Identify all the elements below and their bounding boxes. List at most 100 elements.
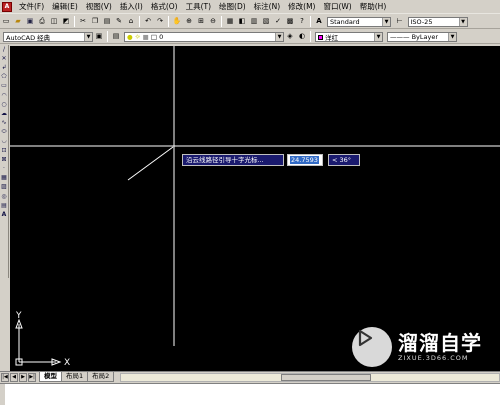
make-current-layer-icon[interactable]: ◈ — [285, 31, 296, 42]
workspace-value: AutoCAD 经典 — [6, 33, 51, 42]
line-icon[interactable]: / — [0, 45, 8, 54]
workspace-select[interactable]: AutoCAD 经典 ▼ — [3, 31, 93, 42]
command-line[interactable] — [0, 383, 500, 405]
tab-model[interactable]: 模型 — [39, 372, 62, 382]
prev-tab-icon[interactable]: ◀ — [10, 372, 18, 382]
watermark-url: ZIXUE.3D66.COM — [398, 354, 469, 362]
menu-view[interactable]: 视图(V) — [82, 0, 116, 14]
first-tab-icon[interactable]: |◀ — [1, 372, 9, 382]
next-tab-icon[interactable]: ▶ — [19, 372, 27, 382]
multiline-text-icon[interactable]: A — [0, 210, 8, 219]
menu-modify[interactable]: 修改(M) — [284, 0, 319, 14]
chevron-down-icon: ▼ — [448, 32, 456, 41]
layer-select-content: ● ☼ ■ □ 0 — [127, 33, 163, 41]
print-icon[interactable]: ⎙ — [37, 16, 48, 27]
last-tab-icon[interactable]: ▶| — [28, 372, 36, 382]
menu-bar: A 文件(F) 编辑(E) 视图(V) 插入(I) 格式(O) 工具(T) 绘图… — [0, 0, 500, 14]
dynamic-length-input[interactable]: 24.7593 — [287, 154, 323, 166]
print-preview-icon[interactable]: ◫ — [49, 16, 60, 27]
workspace-settings-icon[interactable]: ▣ — [94, 31, 105, 42]
menu-format[interactable]: 格式(O) — [147, 0, 182, 14]
ellipse-arc-icon[interactable]: ◡ — [0, 137, 8, 146]
hatch-icon[interactable]: ▦ — [0, 174, 8, 183]
undo-icon[interactable]: ↶ — [143, 16, 154, 27]
dim-style-value: ISO-25 — [410, 17, 433, 26]
block-editor-icon[interactable]: ⌂ — [126, 16, 137, 27]
linetype-select[interactable]: ——— ByLayer ▼ — [387, 31, 457, 42]
tool-palettes-icon[interactable]: ▥ — [249, 16, 260, 27]
rectangle-icon[interactable]: ▭ — [0, 82, 8, 91]
markup-icon[interactable]: ✓ — [273, 16, 284, 27]
color-swatch-icon: □ — [150, 32, 158, 41]
zoom-realtime-icon[interactable]: ⊕ — [184, 16, 195, 27]
menu-edit[interactable]: 编辑(E) — [48, 0, 82, 14]
menu-tools[interactable]: 工具(T) — [182, 0, 215, 14]
menu-draw[interactable]: 绘图(D) — [215, 0, 250, 14]
cut-icon[interactable]: ✂ — [78, 16, 89, 27]
insert-block-icon[interactable]: ⊡ — [0, 146, 8, 155]
dynamic-angle-input[interactable]: < 36° — [328, 154, 360, 166]
chevron-down-icon: ▼ — [374, 32, 382, 41]
text-style-value: Standard — [330, 17, 360, 26]
toolbar-separator — [168, 16, 169, 27]
layout-tab-bar: |◀ ◀ ▶ ▶| 模型 布局1 布局2 — [0, 371, 500, 382]
construction-line-icon[interactable]: ✕ — [0, 54, 8, 63]
toolbar-separator — [139, 16, 140, 27]
gradient-icon[interactable]: ▨ — [0, 183, 8, 192]
design-center-icon[interactable]: ◧ — [237, 16, 248, 27]
scrollbar-thumb[interactable] — [281, 373, 372, 381]
copy-icon[interactable]: ❐ — [90, 16, 101, 27]
match-properties-icon[interactable]: ✎ — [114, 16, 125, 27]
make-block-icon[interactable]: ⊠ — [0, 155, 8, 164]
drawing-canvas[interactable]: Y X 沿云线路径引导十字光标... 24.7593 < 36° 溜溜自学 ZI… — [10, 46, 500, 371]
table-icon[interactable]: ▤ — [0, 201, 8, 210]
dim-style-icon[interactable]: ⊢ — [394, 16, 405, 27]
circle-icon[interactable]: ○ — [0, 100, 8, 109]
tab-layout1[interactable]: 布局1 — [61, 372, 89, 382]
properties-icon[interactable]: ▦ — [225, 16, 236, 27]
help-icon[interactable]: ? — [297, 16, 308, 27]
layer-select[interactable]: ● ☼ ■ □ 0 ▼ — [124, 31, 284, 42]
ucs-x-label: X — [64, 358, 70, 368]
polygon-icon[interactable]: ⬠ — [0, 73, 8, 82]
sheet-set-icon[interactable]: ▧ — [261, 16, 272, 27]
layer-previous-icon[interactable]: ◐ — [297, 31, 308, 42]
polyline-icon[interactable]: ↲ — [0, 63, 8, 72]
toolbar-separator — [74, 16, 75, 27]
redo-icon[interactable]: ↷ — [155, 16, 166, 27]
menu-insert[interactable]: 插入(I) — [116, 0, 147, 14]
horizontal-scrollbar[interactable] — [120, 372, 500, 382]
calculator-icon[interactable]: ▩ — [285, 16, 296, 27]
toolbar-separator — [221, 16, 222, 27]
autocad-logo-icon[interactable]: A — [2, 1, 12, 12]
lightbulb-icon: ● — [127, 32, 133, 41]
text-style-select[interactable]: Standard ▼ — [327, 16, 391, 27]
menu-window[interactable]: 窗口(W) — [319, 0, 355, 14]
paste-icon[interactable]: ▤ — [102, 16, 113, 27]
new-file-icon[interactable]: ▭ — [1, 16, 12, 27]
menu-file[interactable]: 文件(F) — [15, 0, 48, 14]
region-icon[interactable]: ◎ — [0, 192, 8, 201]
point-icon[interactable]: · — [0, 164, 8, 173]
spline-icon[interactable]: ∿ — [0, 119, 8, 128]
chevron-down-icon: ▼ — [275, 32, 283, 41]
menu-help[interactable]: 帮助(H) — [356, 0, 391, 14]
tab-layout2[interactable]: 布局2 — [87, 372, 115, 382]
dim-style-select[interactable]: ISO-25 ▼ — [407, 16, 468, 27]
pan-icon[interactable]: ✋ — [172, 16, 183, 27]
open-file-icon[interactable]: ▰ — [13, 16, 24, 27]
arc-icon[interactable]: ◠ — [0, 91, 8, 100]
ucs-y-label: Y — [15, 311, 22, 321]
command-line-grip[interactable] — [0, 384, 5, 405]
revision-cloud-icon[interactable]: ☁ — [0, 109, 8, 118]
layer-manager-icon[interactable]: ▤ — [111, 31, 122, 42]
zoom-previous-icon[interactable]: ⊖ — [208, 16, 219, 27]
ellipse-icon[interactable]: ⬭ — [0, 128, 8, 137]
watermark: 溜溜自学 ZIXUE.3D66.COM — [352, 326, 500, 368]
publish-icon[interactable]: ◩ — [61, 16, 72, 27]
text-style-icon[interactable]: A — [314, 16, 325, 27]
color-select[interactable]: 洋红 ▼ — [315, 31, 383, 42]
save-icon[interactable]: ▣ — [25, 16, 36, 27]
zoom-window-icon[interactable]: ⊞ — [196, 16, 207, 27]
menu-dimension[interactable]: 标注(N) — [250, 0, 284, 14]
